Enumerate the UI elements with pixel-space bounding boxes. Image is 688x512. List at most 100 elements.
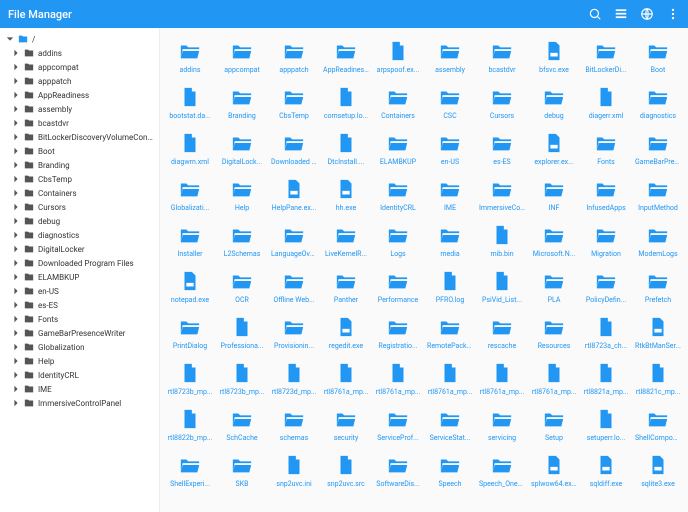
- tree-item[interactable]: IME: [0, 382, 159, 396]
- grid-item[interactable]: Globalizati...: [164, 174, 216, 216]
- grid-item[interactable]: Fonts: [580, 128, 632, 170]
- grid-item[interactable]: comsetup.lo...: [320, 82, 372, 124]
- grid-item[interactable]: Panther: [320, 266, 372, 308]
- grid-item[interactable]: L2Schemas: [216, 220, 268, 262]
- grid-item[interactable]: Downloaded ...: [268, 128, 320, 170]
- grid-item[interactable]: rescache: [476, 312, 528, 354]
- grid-item[interactable]: rtl8723d_mp...: [268, 358, 320, 400]
- grid-item[interactable]: snp2uvc.ini: [268, 450, 320, 492]
- grid-item[interactable]: Installer: [164, 220, 216, 262]
- grid-item[interactable]: rtl8723a_ch...: [580, 312, 632, 354]
- grid-item[interactable]: PFRO.log: [424, 266, 476, 308]
- grid-item[interactable]: rtl8821a_mp...: [580, 358, 632, 400]
- grid-item[interactable]: Migration: [580, 220, 632, 262]
- grid-item[interactable]: PrintDialog: [164, 312, 216, 354]
- grid-item[interactable]: Branding: [216, 82, 268, 124]
- grid-item[interactable]: sqldiff.exe: [580, 450, 632, 492]
- grid-item[interactable]: splwow64.ex...: [528, 450, 580, 492]
- grid-item[interactable]: Microsoft.N...: [528, 220, 580, 262]
- grid-item[interactable]: ServiceStat...: [424, 404, 476, 446]
- tree-item[interactable]: Branding: [0, 158, 159, 172]
- tree-item[interactable]: ImmersiveControlPanel: [0, 396, 159, 410]
- grid-item[interactable]: Registratio...: [372, 312, 424, 354]
- grid-item[interactable]: arpspoof.ex...: [372, 36, 424, 78]
- grid-item[interactable]: IdentityCRL: [372, 174, 424, 216]
- grid-item[interactable]: Resources: [528, 312, 580, 354]
- tree-item[interactable]: appcompat: [0, 60, 159, 74]
- grid-item[interactable]: Provisionin...: [268, 312, 320, 354]
- grid-item[interactable]: RtkBtManSer...: [632, 312, 684, 354]
- tree-item[interactable]: ELAMBKUP: [0, 270, 159, 284]
- grid-item[interactable]: Speech_OneC...: [476, 450, 528, 492]
- grid-item[interactable]: notepad.exe: [164, 266, 216, 308]
- grid-item[interactable]: rtl8761a_mp...: [528, 358, 580, 400]
- grid-item[interactable]: Cursors: [476, 82, 528, 124]
- tree-item[interactable]: Globalization: [0, 340, 159, 354]
- tree-item[interactable]: addins: [0, 46, 159, 60]
- grid-item[interactable]: SoftwareDis...: [372, 450, 424, 492]
- grid-item[interactable]: Boot: [632, 36, 684, 78]
- grid-item[interactable]: bfsvc.exe: [528, 36, 580, 78]
- grid-item[interactable]: INF: [528, 174, 580, 216]
- tree-item[interactable]: debug: [0, 214, 159, 228]
- grid-item[interactable]: en-US: [424, 128, 476, 170]
- grid-item[interactable]: AppReadines...: [320, 36, 372, 78]
- grid-item[interactable]: schemas: [268, 404, 320, 446]
- grid-item[interactable]: Prefetch: [632, 266, 684, 308]
- tree-item[interactable]: IdentityCRL: [0, 368, 159, 382]
- grid-item[interactable]: RemotePacka...: [424, 312, 476, 354]
- tree-item[interactable]: Boot: [0, 144, 159, 158]
- grid-item[interactable]: media: [424, 220, 476, 262]
- grid-item[interactable]: snp2uvc.src: [320, 450, 372, 492]
- grid-item[interactable]: PsiVid_List...: [476, 266, 528, 308]
- grid-item[interactable]: security: [320, 404, 372, 446]
- grid-item[interactable]: explorer.ex...: [528, 128, 580, 170]
- search-icon[interactable]: [588, 7, 602, 21]
- grid-item[interactable]: ImmersiveCo...: [476, 174, 528, 216]
- grid-item[interactable]: Logs: [372, 220, 424, 262]
- grid-item[interactable]: rtl8761a_mp...: [424, 358, 476, 400]
- tree-item[interactable]: assembly: [0, 102, 159, 116]
- tree-item[interactable]: es-ES: [0, 298, 159, 312]
- grid-item[interactable]: rtl8822b_mp...: [164, 404, 216, 446]
- tree-item[interactable]: apppatch: [0, 74, 159, 88]
- grid-item[interactable]: ShellCompon...: [632, 404, 684, 446]
- grid-item[interactable]: InputMethod: [632, 174, 684, 216]
- grid-item[interactable]: Help: [216, 174, 268, 216]
- grid-item[interactable]: GameBarPres...: [632, 128, 684, 170]
- grid-item[interactable]: hh.exe: [320, 174, 372, 216]
- grid-item[interactable]: diagnostics: [632, 82, 684, 124]
- grid-item[interactable]: debug: [528, 82, 580, 124]
- grid-item[interactable]: HelpPane.ex...: [268, 174, 320, 216]
- tree-item[interactable]: Help: [0, 354, 159, 368]
- tree-item[interactable]: Downloaded Program Files: [0, 256, 159, 270]
- grid-item[interactable]: bcastdvr: [476, 36, 528, 78]
- grid-item[interactable]: IME: [424, 174, 476, 216]
- grid-item[interactable]: ShellExperi...: [164, 450, 216, 492]
- tree-root[interactable]: /: [0, 32, 159, 46]
- grid-item[interactable]: es-ES: [476, 128, 528, 170]
- grid-item[interactable]: CSC: [424, 82, 476, 124]
- grid-item[interactable]: addins: [164, 36, 216, 78]
- grid-item[interactable]: regedit.exe: [320, 312, 372, 354]
- tree-item[interactable]: Containers: [0, 186, 159, 200]
- grid-item[interactable]: PolicyDefin...: [580, 266, 632, 308]
- tree-item[interactable]: AppReadiness: [0, 88, 159, 102]
- grid-item[interactable]: mib.bin: [476, 220, 528, 262]
- grid-item[interactable]: appcompat: [216, 36, 268, 78]
- tree-item[interactable]: Cursors: [0, 200, 159, 214]
- grid-item[interactable]: LanguageOve...: [268, 220, 320, 262]
- grid-item[interactable]: setuperr.lo...: [580, 404, 632, 446]
- grid-item[interactable]: SKB: [216, 450, 268, 492]
- grid-item[interactable]: bootstat.da...: [164, 82, 216, 124]
- grid-item[interactable]: SchCache: [216, 404, 268, 446]
- grid-item[interactable]: Performance: [372, 266, 424, 308]
- tree-item[interactable]: bcastdvr: [0, 116, 159, 130]
- grid-item[interactable]: InfusedApps: [580, 174, 632, 216]
- grid-item[interactable]: ModemLogs: [632, 220, 684, 262]
- grid-item[interactable]: rtl8761a_mp...: [476, 358, 528, 400]
- tree-item[interactable]: Fonts: [0, 312, 159, 326]
- more-icon[interactable]: [666, 7, 680, 21]
- grid-item[interactable]: sqlite3.exe: [632, 450, 684, 492]
- grid-item[interactable]: rtl8761a_mp...: [320, 358, 372, 400]
